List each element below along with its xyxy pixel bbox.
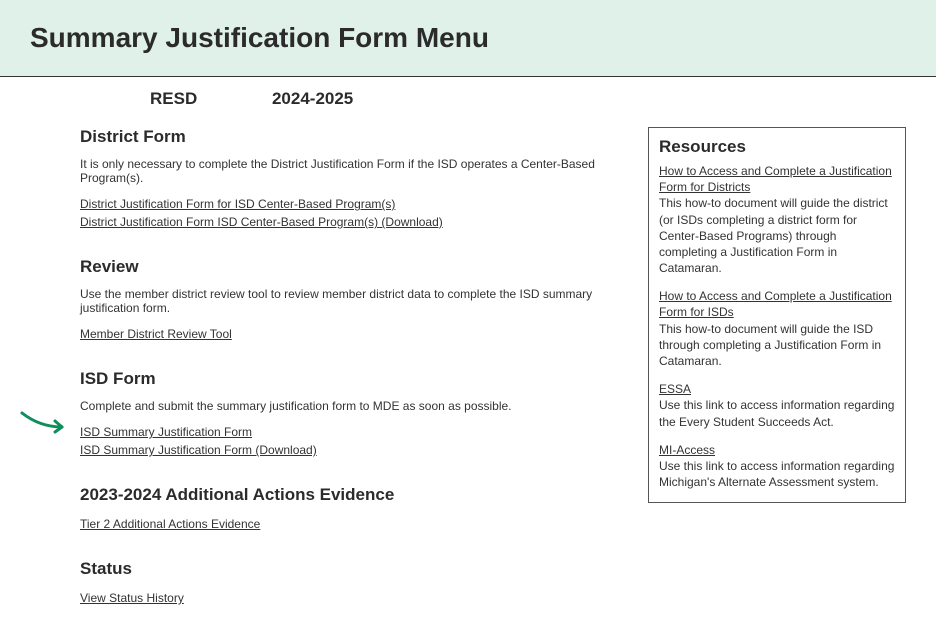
district-form-link[interactable]: District Justification Form for ISD Cent… [80,195,618,213]
status-section: Status View Status History [80,559,618,607]
section-heading: ISD Form [80,369,618,389]
page-header: Summary Justification Form Menu [0,0,936,77]
resources-heading: Resources [659,136,895,159]
resource-desc: Use this link to access information rega… [659,459,894,489]
resource-link-isds[interactable]: How to Access and Complete a Justificati… [659,289,892,319]
main-column: District Form It is only necessary to co… [80,127,618,633]
section-heading: 2023-2024 Additional Actions Evidence [80,485,618,505]
resources-panel: Resources How to Access and Complete a J… [648,127,906,503]
resource-desc: Use this link to access information rega… [659,398,894,428]
member-district-review-link[interactable]: Member District Review Tool [80,325,618,343]
status-history-link[interactable]: View Status History [80,589,618,607]
isd-summary-form-link[interactable]: ISD Summary Justification Form [80,423,618,441]
resource-item: ESSA Use this link to access information… [659,381,895,430]
district-form-download-link[interactable]: District Justification Form ISD Center-B… [80,213,618,231]
resource-link-essa[interactable]: ESSA [659,382,691,396]
pointer-arrow-icon [20,409,75,437]
section-heading: District Form [80,127,618,147]
resource-desc: This how-to document will guide the dist… [659,196,888,275]
year-label: 2024-2025 [272,89,353,108]
evidence-section: 2023-2024 Additional Actions Evidence Ti… [80,485,618,533]
entity-label: RESD [150,89,197,108]
section-description: It is only necessary to complete the Dis… [80,157,618,185]
resource-item: How to Access and Complete a Justificati… [659,163,895,276]
review-section: Review Use the member district review to… [80,257,618,343]
section-description: Complete and submit the summary justific… [80,399,618,413]
resource-link-districts[interactable]: How to Access and Complete a Justificati… [659,164,892,194]
page-title: Summary Justification Form Menu [30,22,936,54]
sub-header: RESD 2024-2025 [0,77,936,121]
isd-summary-form-download-link[interactable]: ISD Summary Justification Form (Download… [80,441,618,459]
resource-item: MI-Access Use this link to access inform… [659,442,895,491]
section-description: Use the member district review tool to r… [80,287,618,315]
resource-desc: This how-to document will guide the ISD … [659,322,881,368]
district-form-section: District Form It is only necessary to co… [80,127,618,231]
section-heading: Review [80,257,618,277]
resource-link-miaccess[interactable]: MI-Access [659,443,715,457]
section-heading: Status [80,559,618,579]
resource-item: How to Access and Complete a Justificati… [659,288,895,369]
isd-form-section: ISD Form Complete and submit the summary… [80,369,618,459]
tier2-evidence-link[interactable]: Tier 2 Additional Actions Evidence [80,515,618,533]
